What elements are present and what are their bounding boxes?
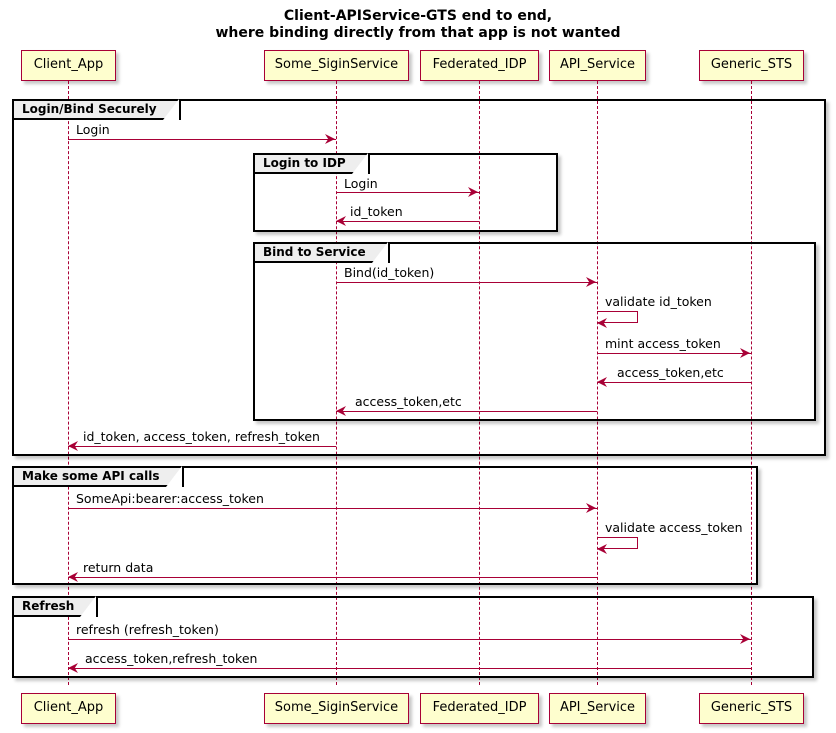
group-label-login-to-idp: Login to IDP bbox=[253, 153, 370, 174]
participant-top-some-siginservice[interactable]: Some_SiginService bbox=[264, 50, 409, 81]
arrow-head-left-m5 bbox=[597, 318, 607, 328]
message-label-m12: return data bbox=[83, 560, 154, 575]
message-label-m1: Login bbox=[76, 122, 110, 137]
participant-label: API_Service bbox=[559, 57, 636, 72]
arrow-head-right-m4 bbox=[586, 277, 596, 287]
group-label-login-bind-securely: Login/Bind Securely bbox=[12, 99, 181, 120]
participant-label: Client_App bbox=[33, 700, 104, 715]
participant-label: Client_App bbox=[33, 57, 104, 72]
arrow-head-left-m9 bbox=[68, 441, 78, 451]
message-line-m9 bbox=[68, 446, 336, 447]
participant-top-client-app[interactable]: Client_App bbox=[21, 50, 116, 81]
participant-bottom-generic-sts[interactable]: Generic_STS bbox=[699, 693, 804, 724]
arrow-head-right-m1 bbox=[325, 134, 335, 144]
message-line-m10 bbox=[68, 508, 597, 509]
message-line-m14 bbox=[68, 668, 751, 669]
group-label-refresh: Refresh bbox=[12, 596, 99, 617]
participant-top-generic-sts[interactable]: Generic_STS bbox=[699, 50, 804, 81]
group-label-bind-to-service: Bind to Service bbox=[253, 242, 390, 263]
message-line-m6 bbox=[597, 353, 751, 354]
message-line-m2 bbox=[336, 192, 479, 193]
message-label-m14: access_token,refresh_token bbox=[85, 651, 258, 666]
arrow-head-left-m12 bbox=[68, 572, 78, 582]
message-label-m2: Login bbox=[344, 176, 378, 191]
participant-label: Generic_STS bbox=[710, 57, 793, 72]
sequence-diagram-canvas: Client-APIService-GTS end to end, where … bbox=[0, 0, 836, 733]
message-label-m3: id_token bbox=[350, 204, 403, 219]
diagram-title: Client-APIService-GTS end to end, where … bbox=[215, 8, 621, 41]
participant-label: Generic_STS bbox=[710, 700, 793, 715]
participant-top-federated-idp[interactable]: Federated_IDP bbox=[420, 50, 539, 81]
arrow-head-right-m6 bbox=[740, 348, 750, 358]
message-label-m11: validate access_token bbox=[605, 520, 743, 535]
participant-label: API_Service bbox=[559, 700, 636, 715]
message-line-m4 bbox=[336, 282, 597, 283]
message-label-m8: access_token,etc bbox=[355, 394, 462, 409]
message-label-m5: validate id_token bbox=[605, 294, 712, 309]
message-label-m7: access_token,etc bbox=[617, 365, 724, 380]
participant-label: Federated_IDP bbox=[432, 700, 527, 715]
participant-label: Federated_IDP bbox=[432, 57, 527, 72]
message-line-m8 bbox=[336, 411, 597, 412]
arrow-head-right-m13 bbox=[740, 634, 750, 644]
arrow-head-right-m10 bbox=[586, 503, 596, 513]
arrow-head-left-m8 bbox=[336, 406, 346, 416]
message-label-m9: id_token, access_token, refresh_token bbox=[83, 429, 320, 444]
message-line-m1 bbox=[68, 139, 336, 140]
arrow-head-left-m7 bbox=[597, 377, 607, 387]
arrow-head-left-m11 bbox=[597, 544, 607, 554]
message-label-m6: mint access_token bbox=[605, 336, 721, 351]
arrow-head-left-m3 bbox=[336, 216, 346, 226]
participant-bottom-some-siginservice[interactable]: Some_SiginService bbox=[264, 693, 409, 724]
message-label-m4: Bind(id_token) bbox=[344, 265, 435, 280]
group-label-make-some-api-calls: Make some API calls bbox=[12, 466, 184, 487]
arrow-head-left-m14 bbox=[68, 663, 78, 673]
participant-bottom-client-app[interactable]: Client_App bbox=[21, 693, 116, 724]
message-line-m13 bbox=[68, 639, 751, 640]
arrow-head-right-m2 bbox=[468, 187, 478, 197]
participant-label: Some_SiginService bbox=[274, 700, 399, 715]
participant-top-api-service[interactable]: API_Service bbox=[549, 50, 646, 81]
message-label-m10: SomeApi:bearer:access_token bbox=[76, 491, 264, 506]
message-line-m3 bbox=[336, 221, 479, 222]
message-line-m7 bbox=[597, 382, 751, 383]
message-label-m13: refresh (refresh_token) bbox=[76, 622, 219, 637]
message-line-m12 bbox=[68, 577, 597, 578]
participant-bottom-federated-idp[interactable]: Federated_IDP bbox=[420, 693, 539, 724]
group-bind-to-service: Bind to Service bbox=[253, 242, 816, 421]
participant-bottom-api-service[interactable]: API_Service bbox=[549, 693, 646, 724]
participant-label: Some_SiginService bbox=[274, 57, 399, 72]
